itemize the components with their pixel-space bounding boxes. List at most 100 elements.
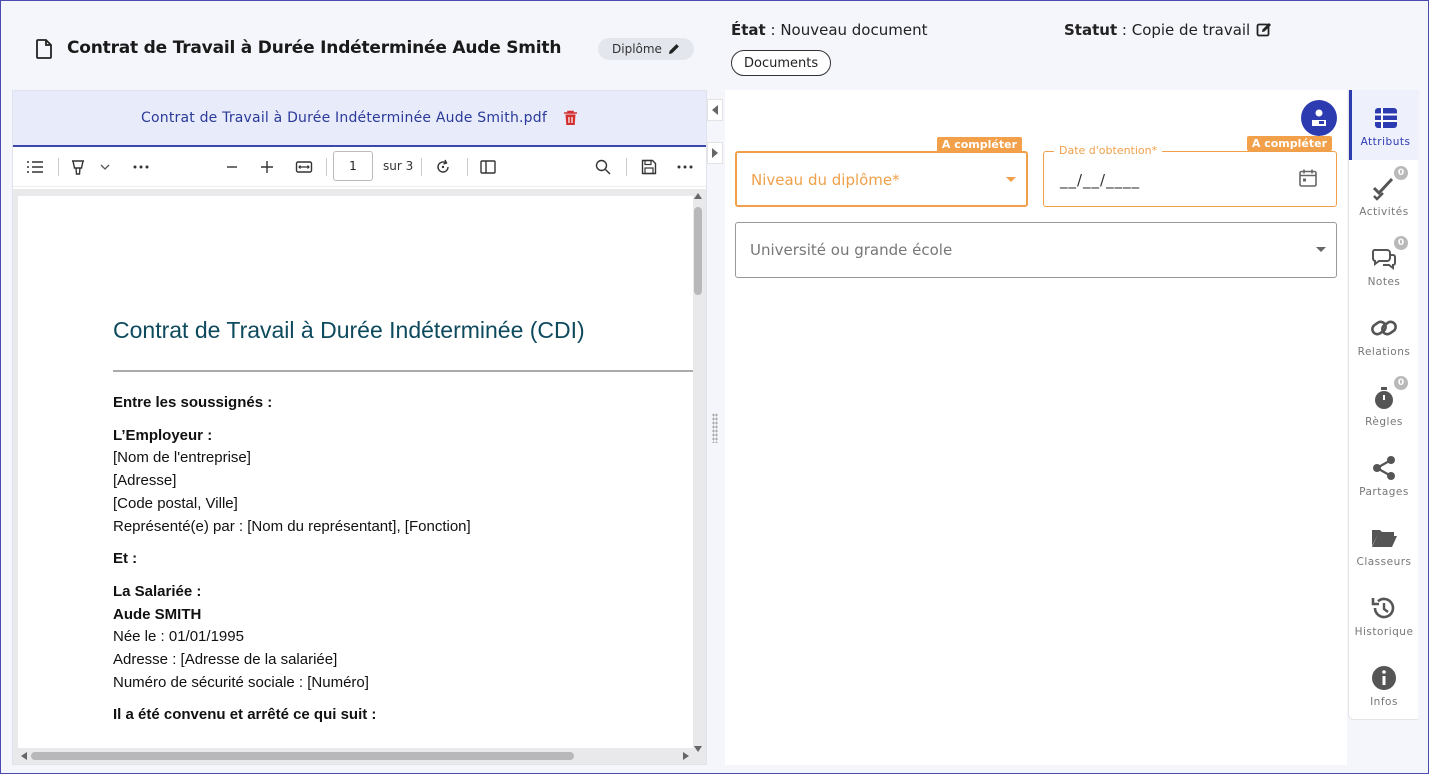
notes-count: 0: [1394, 236, 1408, 250]
fit-width-icon[interactable]: [294, 157, 314, 177]
sidebar-item-classeurs[interactable]: Classeurs: [1349, 510, 1419, 580]
collapse-left-button[interactable]: [707, 99, 723, 121]
page-number-input[interactable]: 1: [333, 151, 373, 181]
outline-icon[interactable]: [25, 157, 45, 177]
date-obtention-field[interactable]: A compléter Date d'obtention* __/__/____: [1043, 136, 1337, 207]
horizontal-scroll-thumb[interactable]: [31, 752, 574, 760]
right-sidebar: Attributs 0 Activités 0 Notes Relations …: [1348, 90, 1419, 720]
timer-icon: 0: [1370, 376, 1408, 412]
more-options-icon[interactable]: [675, 157, 695, 177]
statut-value: Copie de travail: [1131, 21, 1251, 39]
folder-open-icon: [1370, 524, 1398, 552]
zoom-out-icon[interactable]: [222, 157, 242, 177]
sidebar-item-partages[interactable]: Partages: [1349, 440, 1419, 510]
attributes-panel: A compléter Niveau du diplôme* A complét…: [725, 90, 1347, 765]
date-obtention-value: __/__/____: [1060, 171, 1141, 189]
collapse-right-button[interactable]: [707, 142, 723, 164]
pdf-line-employeur: L’Employeur :: [113, 426, 213, 444]
pdf-line-nom-salariee: Aude SMITH: [113, 605, 202, 623]
sidebar-item-label: Notes: [1367, 276, 1401, 288]
trash-icon[interactable]: [563, 110, 578, 126]
checklist-icon: 0: [1370, 166, 1408, 202]
pdf-heading: Contrat de Travail à Durée Indéterminée …: [113, 317, 585, 343]
pdf-line-convenu: Il a été convenu et arrêté ce qui suit :: [113, 706, 377, 724]
save-icon[interactable]: [639, 157, 659, 177]
statut-info: Statut : Copie de travail: [1064, 21, 1272, 39]
vertical-scroll-thumb[interactable]: [694, 207, 702, 295]
highlighter-icon[interactable]: [68, 157, 88, 177]
table-icon: [1372, 104, 1400, 132]
pdf-line-secu: Numéro de sécurité sociale : [Numéro]: [113, 673, 369, 691]
user-assign-button[interactable]: [1301, 100, 1337, 136]
pdf-line-code-postal: [Code postal, Ville]: [113, 494, 238, 512]
sidebar-item-relations[interactable]: Relations: [1349, 300, 1419, 370]
sidebar-item-label: Activités: [1359, 206, 1409, 218]
user-card-icon: [1312, 109, 1326, 126]
to-complete-badge: A compléter: [1246, 136, 1332, 151]
pdf-line-nom-entreprise: [Nom de l'entreprise]: [113, 449, 251, 467]
regles-count: 0: [1394, 376, 1408, 390]
sidebar-item-infos[interactable]: Infos: [1349, 650, 1419, 720]
pdf-titlebar: Contrat de Travail à Durée Indéterminée …: [13, 91, 706, 147]
sidebar-item-regles[interactable]: 0 Règles: [1349, 370, 1419, 440]
universite-placeholder: Université ou grande école: [750, 241, 953, 259]
niveau-diplome-select[interactable]: A compléter Niveau du diplôme*: [735, 137, 1028, 207]
sidebar-item-notes[interactable]: 0 Notes: [1349, 230, 1419, 300]
document-title: Contrat de Travail à Durée Indéterminée …: [67, 38, 562, 58]
search-icon[interactable]: [593, 157, 613, 177]
universite-select[interactable]: Université ou grande école: [735, 222, 1337, 278]
sidebar-item-label: Relations: [1357, 346, 1411, 358]
niveau-diplome-label: Niveau du diplôme*: [751, 171, 900, 189]
splitter-handle[interactable]: [712, 413, 718, 443]
vertical-scrollbar[interactable]: [692, 191, 704, 752]
dropdown-arrow-icon: [1006, 177, 1016, 182]
pdf-divider: [113, 370, 693, 372]
sidebar-item-label: Règles: [1365, 416, 1403, 428]
pdf-line-entre: Entre les soussignés :: [113, 394, 273, 411]
etat-label: État: [731, 21, 766, 39]
calendar-icon[interactable]: [1298, 168, 1318, 188]
pdf-viewer-panel: Contrat de Travail à Durée Indéterminée …: [12, 90, 707, 765]
link-icon: [1370, 314, 1398, 342]
pdf-line-salariee: La Salariée :: [113, 582, 202, 600]
pdf-line-et: Et :: [113, 550, 138, 568]
chat-bubbles-icon: 0: [1370, 236, 1408, 272]
document-type-label: Diplôme: [612, 42, 662, 56]
edit-icon[interactable]: [1256, 22, 1272, 38]
info-icon: [1370, 664, 1398, 692]
pdf-line-adresse: [Adresse]: [113, 472, 177, 490]
sidebar-item-activites[interactable]: 0 Activités: [1349, 160, 1419, 230]
history-icon: [1370, 594, 1398, 622]
sidebar-item-label: Attributs: [1360, 136, 1411, 148]
sidebar-item-attributs[interactable]: Attributs: [1349, 90, 1419, 160]
etat-value: Nouveau document: [780, 21, 928, 39]
share-icon: [1370, 454, 1398, 482]
chevron-down-icon[interactable]: [95, 157, 115, 177]
pdf-line-adresse-salariee: Adresse : [Adresse de la salariée]: [113, 651, 338, 669]
document-icon: [36, 39, 52, 59]
pdf-body: Entre les soussignés : L’Employeur : [No…: [113, 392, 471, 727]
pdf-page: Contrat de Travail à Durée Indéterminée …: [18, 196, 693, 748]
sidebar-item-label: Classeurs: [1356, 556, 1412, 568]
document-type-badge[interactable]: Diplôme: [598, 38, 694, 60]
page-view-icon[interactable]: [478, 157, 498, 177]
activites-count: 0: [1394, 166, 1408, 180]
page-total: sur 3: [383, 159, 414, 173]
pdf-page-area[interactable]: Contrat de Travail à Durée Indéterminée …: [13, 189, 706, 764]
statut-label: Statut: [1064, 21, 1118, 39]
more-horizontal-icon[interactable]: [131, 157, 151, 177]
pdf-filename[interactable]: Contrat de Travail à Durée Indéterminée …: [141, 110, 547, 126]
pdf-toolbar: 1 sur 3: [13, 147, 706, 187]
horizontal-scrollbar[interactable]: [19, 750, 689, 762]
pdf-line-nee-le: Née le : 01/01/1995: [113, 628, 244, 646]
date-obtention-label: Date d'obtention*: [1054, 144, 1163, 157]
documents-button[interactable]: Documents: [731, 50, 832, 76]
rotate-icon[interactable]: [433, 157, 453, 177]
zoom-in-icon[interactable]: [257, 157, 277, 177]
sidebar-item-historique[interactable]: Historique: [1349, 580, 1419, 650]
sidebar-item-label: Historique: [1354, 626, 1414, 638]
sidebar-item-label: Partages: [1359, 486, 1409, 498]
sidebar-item-label: Infos: [1370, 696, 1398, 708]
pdf-line-represente: Représenté(e) par : [Nom du représentant…: [113, 517, 471, 535]
dropdown-arrow-icon: [1316, 247, 1326, 252]
